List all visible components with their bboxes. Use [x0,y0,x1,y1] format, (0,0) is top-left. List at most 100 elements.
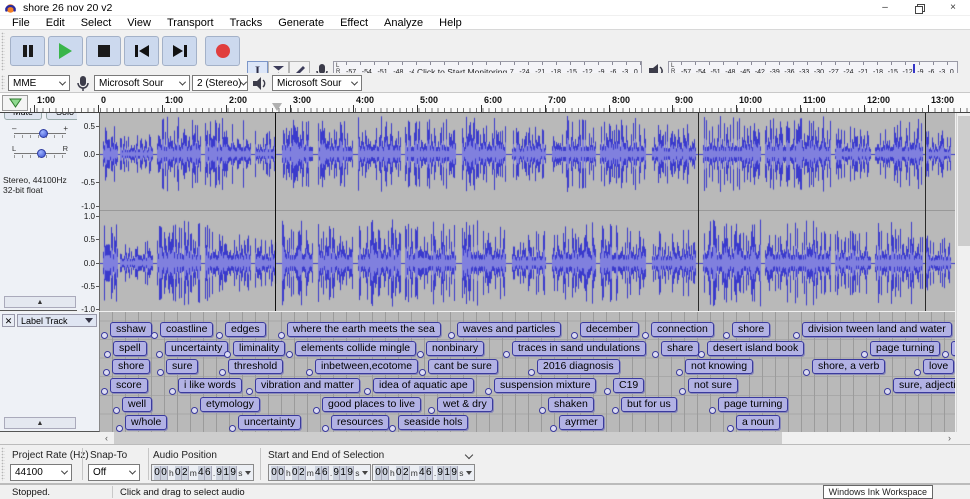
label-chip[interactable]: 2016 diagnosis [537,359,620,374]
waveform-channel-left[interactable] [100,113,955,210]
label-handle-icon[interactable] [448,332,455,339]
label-handle-icon[interactable] [652,351,659,358]
time-digit[interactable]: 0 [375,466,382,480]
label-handle-icon[interactable] [191,407,198,414]
label-handle-icon[interactable] [803,369,810,376]
label-handle-icon[interactable] [113,407,120,414]
label-chip[interactable]: be [951,341,955,356]
time-digit[interactable]: 6 [205,466,212,480]
time-digit[interactable]: 2 [182,466,189,480]
time-digit[interactable]: 0 [271,466,278,480]
label-handle-icon[interactable] [216,332,223,339]
label-chip[interactable]: elements collide mingle [295,341,416,356]
field-dropdown-icon[interactable] [362,471,368,475]
field-dropdown-icon[interactable] [245,471,251,475]
time-digit[interactable]: 0 [161,466,168,480]
label-chip[interactable]: ayrmer [559,415,604,430]
label-track-area[interactable]: sshaw coastline edges where the earth meets… [100,312,955,432]
label-chip[interactable]: w/hole [125,415,167,430]
label-text[interactable]: etymology [206,398,254,410]
label-text[interactable]: connection [657,323,708,335]
label-text[interactable]: share [667,342,693,354]
label-handle-icon[interactable] [727,425,734,432]
label-chip[interactable]: waves and particles [457,322,561,337]
label-text[interactable]: idea of aquatic ape [379,379,468,391]
time-digit[interactable]: 9 [437,466,444,480]
label-chip[interactable]: well [122,397,152,412]
label-handle-icon[interactable] [884,388,891,395]
label-handle-icon[interactable] [417,351,424,358]
label-handle-icon[interactable] [229,425,236,432]
label-text[interactable]: spell [119,342,141,354]
label-text[interactable]: w/hole [131,416,161,428]
label-handle-icon[interactable] [101,332,108,339]
label-chip[interactable]: not knowing [685,359,753,374]
label-handle-icon[interactable] [224,351,231,358]
label-handle-icon[interactable] [612,407,619,414]
label-chip[interactable]: share [661,341,699,356]
time-digit[interactable]: 9 [451,466,458,480]
label-text[interactable]: desert island book [713,342,798,354]
selection-end-field[interactable]: 00h02m46.919s [372,464,475,481]
label-text[interactable]: coastline [166,323,207,335]
label-text[interactable]: december [586,323,633,335]
label-track-menu-button[interactable]: Label Track [17,314,97,327]
label-text[interactable]: wet & dry [443,398,487,410]
label-chip[interactable]: division tween land and water [802,322,952,337]
label-handle-icon[interactable] [698,351,705,358]
label-handle-icon[interactable] [156,351,163,358]
label-chip[interactable]: where the earth meets the sea [287,322,441,337]
vertical-scrollbar-thumb[interactable] [958,116,970,246]
label-chip[interactable]: edges [225,322,266,337]
label-handle-icon[interactable] [313,407,320,414]
label-text[interactable]: division tween land and water [808,323,946,335]
label-chip[interactable]: shore, a verb [812,359,885,374]
label-text[interactable]: suspension mixture [500,379,590,391]
time-unit[interactable]: h [285,468,292,478]
label-chip[interactable]: suspension mixture [494,378,596,393]
label-text[interactable]: uncertainty [171,342,222,354]
time-unit[interactable]: h [168,468,175,478]
label-handle-icon[interactable] [246,388,253,395]
label-text[interactable]: page turning [876,342,934,354]
label-text[interactable]: shore [118,360,144,372]
time-digit[interactable]: 9 [230,466,237,480]
label-chip[interactable]: not sure [688,378,738,393]
time-digit[interactable]: 1 [223,466,230,480]
label-chip[interactable]: threshold [228,359,283,374]
label-chip[interactable]: cant be sure [428,359,498,374]
restore-button[interactable] [902,0,936,16]
scroll-left-arrow[interactable]: ‹ [100,432,113,444]
stop-button[interactable] [86,36,121,66]
time-digit[interactable]: 4 [419,466,426,480]
label-handle-icon[interactable] [723,332,730,339]
menu-effect[interactable]: Effect [332,17,376,29]
label-chip[interactable]: seaside hols [398,415,468,430]
timeline-options-button[interactable] [2,95,28,111]
audio-position-field[interactable]: 00h02m46.919s [151,464,254,481]
label-chip[interactable]: sure, adjective [893,378,955,393]
label-chip[interactable]: page turning [718,397,788,412]
clip-boundary[interactable] [698,113,699,311]
time-digit[interactable]: 0 [292,466,299,480]
label-chip[interactable]: score [110,378,148,393]
label-track-close-button[interactable]: ✕ [2,314,15,327]
waveform-area[interactable] [100,113,955,311]
label-chip[interactable]: sshaw [110,322,152,337]
label-text[interactable]: shaken [554,398,588,410]
label-chip[interactable]: december [580,322,639,337]
label-chip[interactable]: uncertainty [165,341,228,356]
recording-device-select[interactable]: Microsoft Sour [94,75,190,91]
selection-range-chevron-icon[interactable] [465,451,473,459]
label-chip[interactable]: good places to live [322,397,421,412]
label-text[interactable]: not knowing [691,360,747,372]
label-handle-icon[interactable] [861,351,868,358]
label-handle-icon[interactable] [428,407,435,414]
time-unit[interactable]: s [354,468,360,478]
label-track-collapse-button[interactable]: ▲ [4,417,76,429]
label-chip[interactable]: liminality [233,341,285,356]
label-text[interactable]: threshold [234,360,277,372]
menu-transport[interactable]: Transport [159,17,222,29]
time-unit[interactable]: m [189,468,198,478]
label-text[interactable]: ayrmer [565,416,598,428]
